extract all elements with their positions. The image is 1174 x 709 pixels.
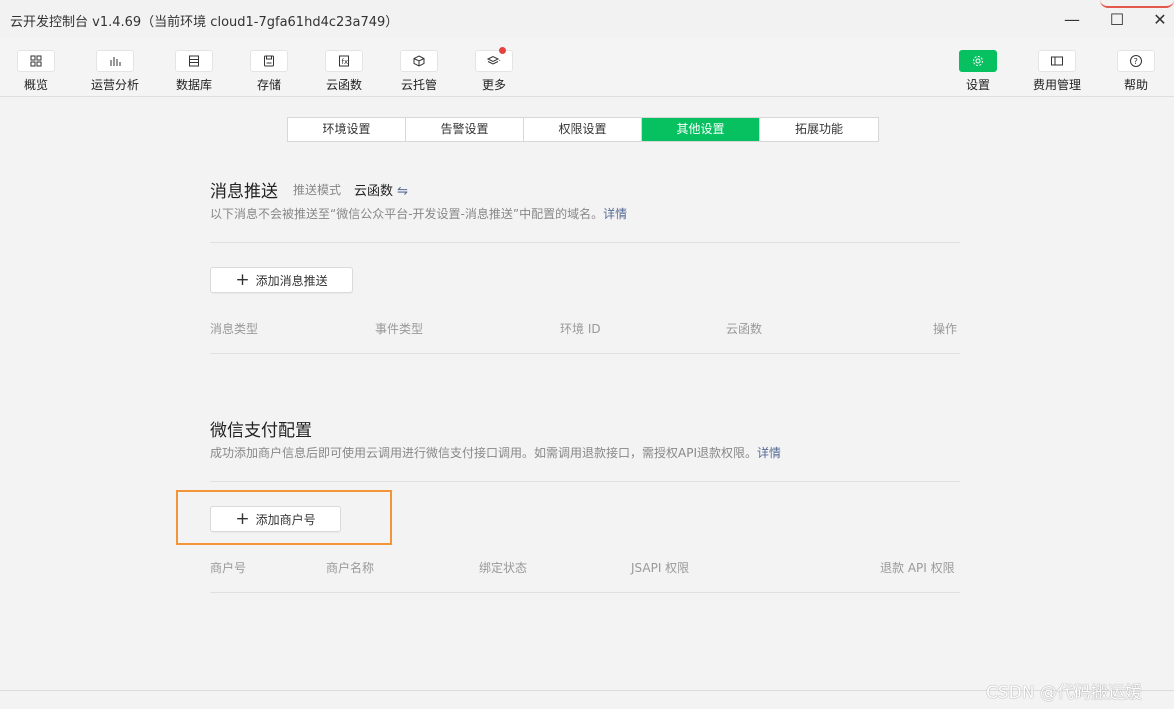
tab-alarm-settings[interactable]: 告警设置 (406, 118, 524, 141)
toolbar-overview[interactable]: 概览 (6, 50, 66, 93)
divider (210, 353, 960, 354)
add-merchant-label: 添加商户号 (255, 512, 316, 527)
billing-icon (1038, 50, 1076, 72)
column-header: JSAPI 权限 (631, 561, 690, 575)
add-merchant-button[interactable]: + 添加商户号 (210, 506, 341, 532)
add-message-push-label: 添加消息推送 (255, 273, 328, 288)
toolbar-label: 云托管 (400, 78, 437, 92)
toolbar-label: 存储 (256, 78, 281, 92)
push-mode-label: 推送模式 (293, 183, 342, 197)
help-icon: ? (1117, 50, 1155, 72)
storage-icon (250, 50, 288, 72)
settings-tabs: 环境设置 告警设置 权限设置 其他设置 拓展功能 (287, 117, 879, 142)
tab-permission-settings[interactable]: 权限设置 (524, 118, 642, 141)
grid-icon (17, 50, 55, 72)
bar-chart-icon (96, 50, 134, 72)
column-header: 消息类型 (210, 322, 259, 336)
maximize-button[interactable]: ☐ (1103, 6, 1131, 32)
tab-env-settings[interactable]: 环境设置 (288, 118, 406, 141)
toolbar-storage[interactable]: 存储 (239, 50, 299, 93)
box-icon (400, 50, 438, 72)
push-description: 以下消息不会被推送至“微信公众平台-开发设置-消息推送”中配置的域名。详情 (210, 205, 627, 222)
divider (210, 242, 960, 243)
title-bar: 云开发控制台 v1.4.69（当前环境 cloud1-7gfa61hd4c23a… (0, 0, 1174, 38)
watermark: CSDN @代码搬运媛 (986, 683, 1142, 703)
window-title: 云开发控制台 v1.4.69（当前环境 cloud1-7gfa61hd4c23a… (10, 15, 399, 30)
toolbar-analytics[interactable]: 运营分析 (85, 50, 145, 93)
toolbar-label: 帮助 (1123, 78, 1148, 92)
toolbar-label: 概览 (23, 78, 48, 92)
toolbar-label: 运营分析 (90, 78, 139, 92)
switch-icon: ⇋ (397, 184, 409, 199)
column-header: 绑定状态 (479, 561, 528, 575)
column-header: 商户号 (210, 561, 247, 575)
pay-description: 成功添加商户信息后即可使用云调用进行微信支付接口调用。如需调用退款接口，需授权A… (210, 444, 781, 461)
pay-detail-link[interactable]: 详情 (757, 446, 781, 460)
toolbar-cloud-hosting[interactable]: 云托管 (389, 50, 449, 93)
toolbar-help[interactable]: ? 帮助 (1106, 50, 1166, 93)
toolbar-database[interactable]: 数据库 (164, 50, 224, 93)
svg-text:fx: fx (342, 58, 349, 66)
column-header: 操作 (933, 322, 958, 336)
toolbar-label: 数据库 (175, 78, 212, 92)
pay-section-title: 微信支付配置 (210, 421, 312, 441)
close-button[interactable]: ✕ (1146, 6, 1174, 32)
plus-icon: + (235, 508, 250, 529)
layers-icon (475, 47, 513, 72)
add-message-push-button[interactable]: + 添加消息推送 (210, 267, 353, 293)
plus-icon: + (235, 269, 250, 290)
notification-dot (499, 47, 506, 54)
push-mode-value: 云函数 (354, 184, 394, 199)
minimize-button[interactable]: — (1058, 6, 1086, 32)
column-header: 事件类型 (375, 322, 424, 336)
database-icon (175, 50, 213, 72)
divider (210, 481, 960, 482)
divider (210, 592, 960, 593)
gear-icon (959, 50, 997, 72)
toolbar-settings[interactable]: 设置 (948, 50, 1008, 93)
column-header: 商户名称 (326, 561, 375, 575)
toolbar-label: 更多 (481, 78, 506, 92)
toolbar-label: 设置 (965, 78, 990, 92)
toolbar-billing[interactable]: 费用管理 (1027, 50, 1087, 93)
function-icon: fx (325, 50, 363, 72)
push-detail-link[interactable]: 详情 (603, 207, 627, 221)
pay-desc-text: 成功添加商户信息后即可使用云调用进行微信支付接口调用。如需调用退款接口，需授权A… (210, 446, 757, 460)
toolbar-label: 费用管理 (1032, 78, 1081, 92)
toolbar-cloud-function[interactable]: fx 云函数 (314, 50, 374, 93)
column-header: 云函数 (726, 322, 763, 336)
toolbar-more[interactable]: 更多 (464, 47, 524, 93)
push-section-title: 消息推送 (210, 182, 278, 202)
push-desc-text: 以下消息不会被推送至“微信公众平台-开发设置-消息推送”中配置的域名。 (210, 207, 604, 221)
svg-text:?: ? (1134, 57, 1138, 66)
push-mode-switch[interactable]: 云函数 ⇋ (354, 180, 408, 199)
toolbar-label: 云函数 (325, 78, 362, 92)
column-header: 环境 ID (560, 322, 601, 336)
column-header: 退款 API 权限 (880, 561, 955, 575)
tab-extensions[interactable]: 拓展功能 (760, 118, 878, 141)
tab-other-settings[interactable]: 其他设置 (642, 118, 760, 141)
